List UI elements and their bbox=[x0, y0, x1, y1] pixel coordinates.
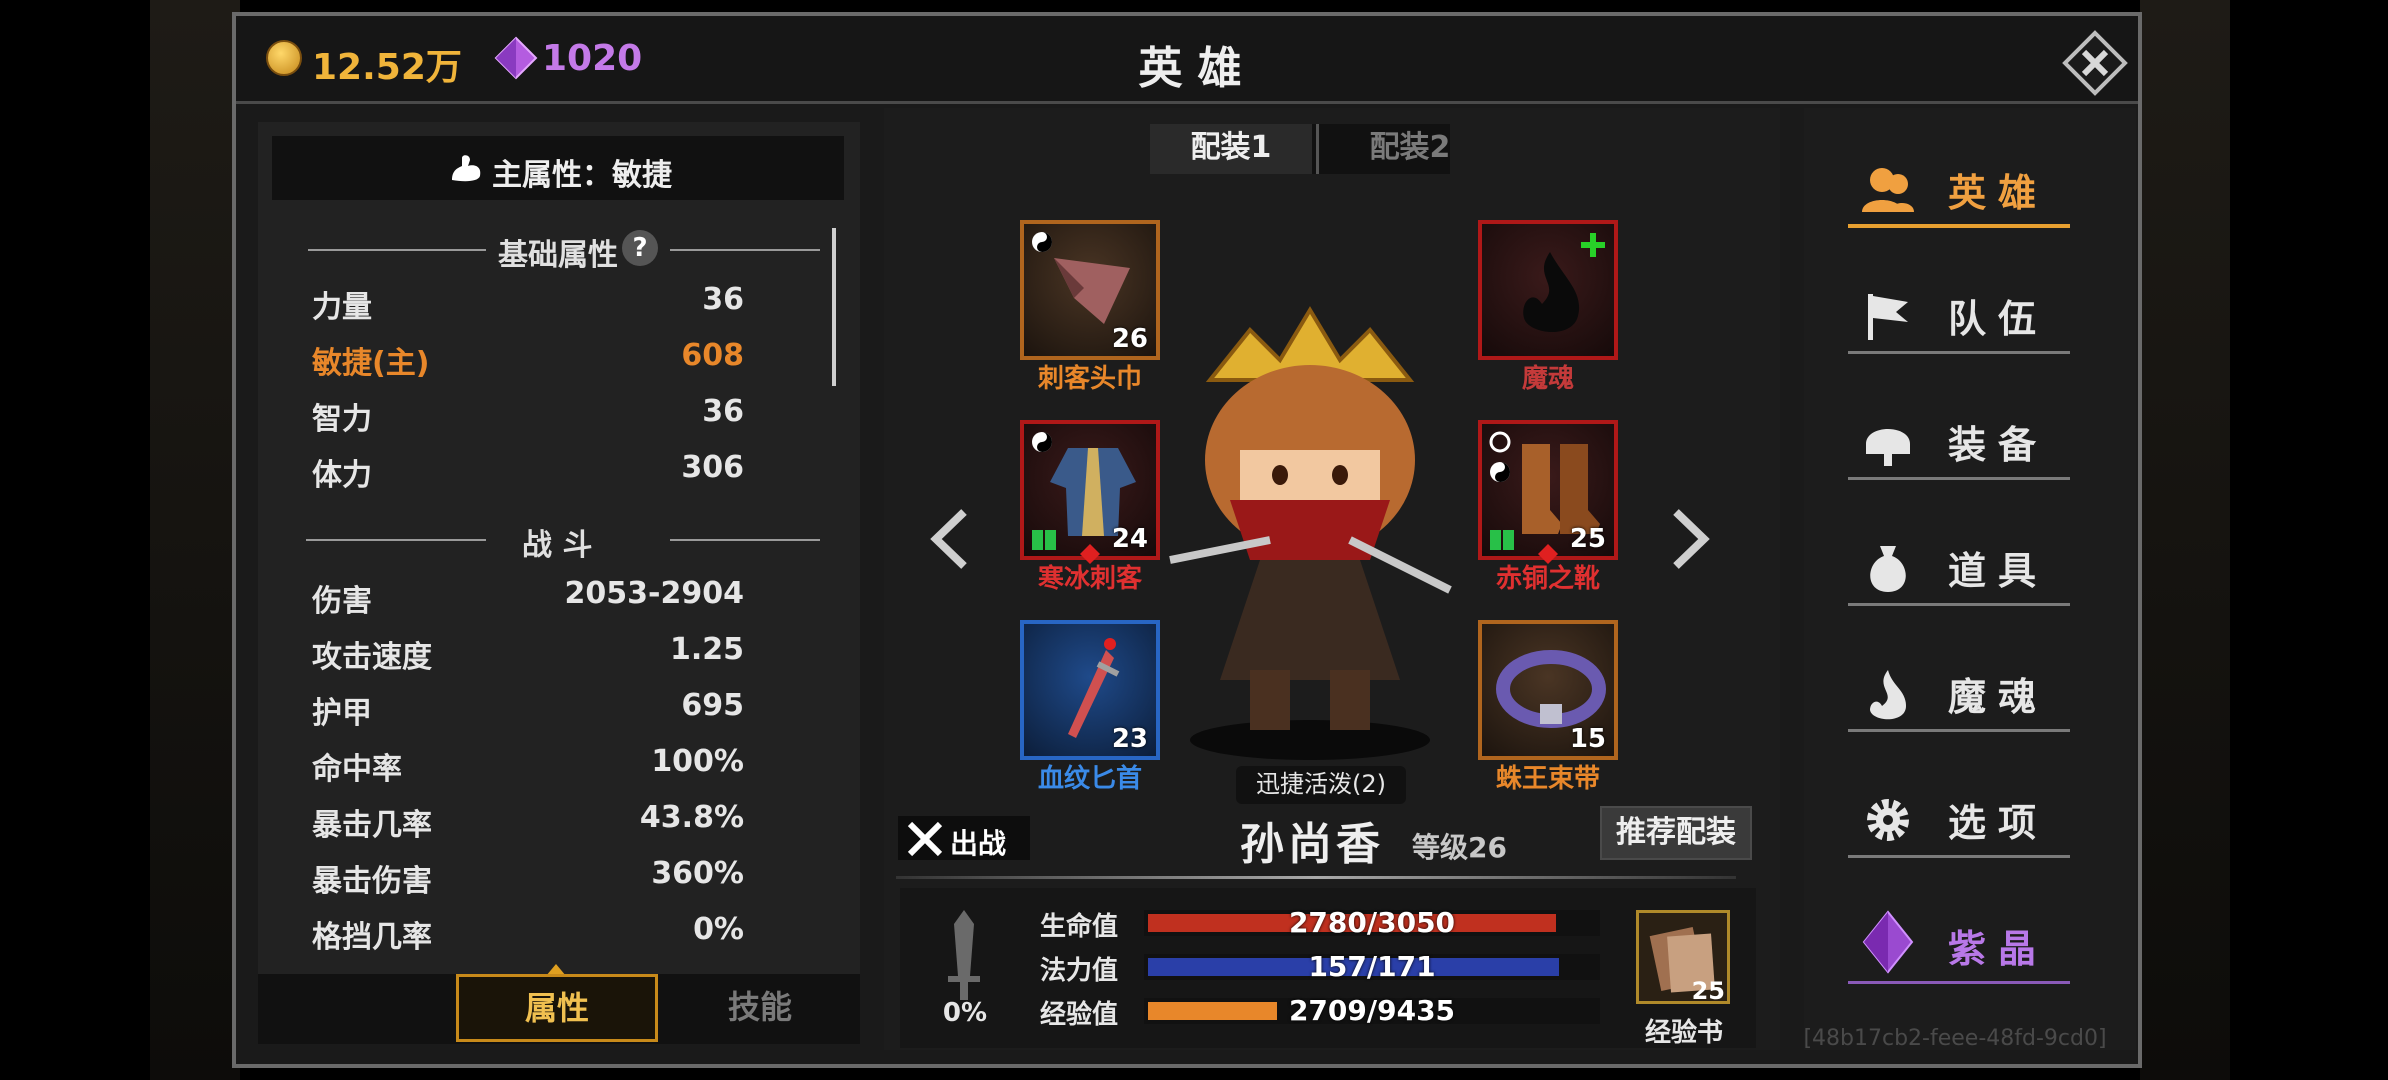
gold-coin-icon bbox=[266, 40, 302, 76]
xp-bar: 2709/9435 bbox=[1144, 994, 1600, 1027]
tab-loadout-1[interactable]: 配装1 bbox=[1150, 124, 1312, 174]
stat-row: 智力 36 bbox=[312, 394, 744, 437]
hero-name: 孙尚香 bbox=[1240, 819, 1384, 870]
mp-label: 法力值 bbox=[1040, 956, 1119, 986]
combat-title: 战 斗 bbox=[522, 528, 593, 563]
hero-character-image bbox=[1169, 306, 1452, 760]
book-icon bbox=[1032, 530, 1056, 550]
background-left bbox=[150, 0, 240, 1080]
divider bbox=[896, 876, 1736, 879]
main-attribute-label: 主属性：敏捷 bbox=[492, 158, 672, 193]
close-icon bbox=[2062, 30, 2128, 96]
nav-hero[interactable]: 英雄 bbox=[1840, 148, 2070, 228]
mp-value: 157/171 bbox=[1308, 950, 1436, 983]
stat-row: 格挡几率 0% bbox=[312, 912, 744, 955]
slot-belt[interactable]: 15 bbox=[1478, 620, 1618, 760]
pouch-icon bbox=[1870, 546, 1906, 592]
nav-options[interactable]: 选项 bbox=[1840, 778, 2070, 858]
combat-header: 战 斗 bbox=[272, 520, 824, 563]
plus-icon bbox=[1581, 233, 1605, 257]
exp-book-slot[interactable]: 25 bbox=[1636, 910, 1730, 1005]
basic-stats: 力量 36 敏捷(主) 608 智力 36 体力 306 bbox=[272, 272, 824, 502]
nav-items[interactable]: 道具 bbox=[1840, 526, 2070, 606]
helmet-icon bbox=[1866, 429, 1910, 466]
gold-amount: 12.52万 bbox=[312, 47, 462, 88]
stat-row: 命中率 100% bbox=[312, 744, 744, 787]
recommend-loadout-button[interactable]: 推荐配装 bbox=[1600, 806, 1752, 860]
nav-soul[interactable]: 魔魂 bbox=[1840, 652, 2070, 732]
slot-soul[interactable] bbox=[1478, 220, 1618, 360]
hero-level: 等级26 bbox=[1412, 831, 1507, 864]
basic-attributes-title: 基础属性 bbox=[498, 238, 618, 273]
slot-name: 赤铜之靴 bbox=[1495, 564, 1600, 594]
stat-row: 体力 306 bbox=[312, 450, 744, 493]
combat-stats: 伤害 2053-2904 攻击速度 1.25 护甲 695 命中率 100% 暴击几率 4… bbox=[272, 566, 824, 1026]
stat-row: 暴击几率 43.8% bbox=[312, 800, 744, 843]
nav-equipment[interactable]: 装备 bbox=[1840, 400, 2070, 480]
hp-bar: 2780/3050 bbox=[1144, 906, 1600, 939]
book-icon bbox=[1490, 530, 1514, 550]
stat-row: 暴击伤害 360% bbox=[312, 856, 744, 899]
slot-name: 魔魂 bbox=[1521, 364, 1574, 394]
xp-value: 2709/9435 bbox=[1288, 994, 1456, 1027]
yin-yang-icon bbox=[1490, 462, 1510, 482]
exp-book-label: 经验书 bbox=[1644, 1018, 1723, 1048]
close-button[interactable] bbox=[2062, 30, 2128, 96]
deploy-label: 出战 bbox=[950, 827, 1007, 860]
slot-boots[interactable]: 25 bbox=[1478, 420, 1618, 564]
flame-icon bbox=[1870, 670, 1906, 720]
stat-row-main: 敏捷(主) 608 bbox=[312, 338, 744, 381]
amethyst-icon bbox=[1862, 910, 1914, 974]
slot-weapon[interactable]: 23 bbox=[1020, 620, 1160, 760]
stat-row: 力量 36 bbox=[312, 282, 744, 325]
nav-team[interactable]: 队伍 bbox=[1840, 274, 2070, 354]
boots-icon bbox=[1522, 444, 1600, 534]
belt-icon bbox=[1496, 650, 1606, 728]
nav-amethyst[interactable]: 紫晶 bbox=[1840, 904, 2070, 984]
xp-label: 经验值 bbox=[1040, 1000, 1119, 1030]
tab-skills[interactable]: 技能 bbox=[670, 974, 850, 1042]
loadout-divider bbox=[1316, 124, 1319, 174]
slot-name: 寒冰刺客 bbox=[1037, 564, 1142, 594]
slot-name: 血纹匕首 bbox=[1037, 764, 1142, 794]
tab-attributes[interactable]: 属性 bbox=[456, 974, 658, 1042]
slot-name: 蛛王束带 bbox=[1495, 764, 1600, 794]
main-attribute-bar: 主属性：敏捷 bbox=[272, 136, 844, 200]
stat-row: 攻击速度 1.25 bbox=[312, 632, 744, 675]
heroes-icon bbox=[1862, 168, 1914, 212]
prev-hero-button[interactable] bbox=[928, 508, 970, 570]
hp-value: 2780/3050 bbox=[1288, 906, 1456, 939]
stats-panel: 主属性：敏捷 基础属性 ? 力量 36 敏捷(主) 608 智力 36 体力 306 战… bbox=[258, 122, 1096, 1044]
mp-bar: 157/171 bbox=[1144, 950, 1600, 983]
footer-id: [48b17cb2-feee-48fd-9cd0] bbox=[1803, 1026, 2107, 1051]
gear-icon bbox=[1867, 799, 1909, 841]
deploy-button[interactable]: 出战 bbox=[898, 816, 1030, 860]
gem-icon bbox=[494, 36, 538, 80]
stat-row: 护甲 695 bbox=[312, 688, 744, 731]
sword-icon bbox=[948, 910, 980, 1000]
slot-name: 刺客头巾 bbox=[1037, 364, 1142, 394]
flex-arm-icon bbox=[452, 155, 481, 182]
stat-row: 伤害 2053-2904 bbox=[312, 576, 744, 619]
slot-armor[interactable]: 24 bbox=[1020, 420, 1160, 564]
stats-list: 基础属性 ? 力量 36 敏捷(主) 608 智力 36 体力 306 战 斗 伤害 20… bbox=[272, 220, 1096, 1026]
flag-icon bbox=[1868, 294, 1908, 340]
flame-icon bbox=[1523, 252, 1580, 333]
empty-socket-icon bbox=[1489, 431, 1511, 453]
basic-attributes-header: 基础属性 ? bbox=[272, 230, 824, 273]
background-right bbox=[2140, 0, 2230, 1080]
help-icon[interactable]: ? bbox=[622, 230, 658, 266]
window-title: 英 雄 bbox=[1138, 43, 1242, 94]
stats-scrollbar[interactable] bbox=[832, 228, 836, 386]
set-bonus-label[interactable]: 迅捷活泼(2) bbox=[1236, 766, 1406, 804]
crossed-swords-icon bbox=[907, 821, 943, 857]
exp-book-count: 25 bbox=[1691, 977, 1725, 1005]
next-hero-button[interactable] bbox=[1670, 508, 1712, 570]
tab-loadout-2[interactable]: 配装2 bbox=[1330, 124, 1490, 174]
bandana-icon bbox=[1054, 258, 1130, 324]
sword-percent: 0% bbox=[942, 998, 988, 1028]
slot-helmet[interactable]: 26 bbox=[1020, 220, 1160, 360]
gem-amount: 1020 bbox=[542, 38, 643, 79]
hp-label: 生命值 bbox=[1040, 912, 1119, 942]
